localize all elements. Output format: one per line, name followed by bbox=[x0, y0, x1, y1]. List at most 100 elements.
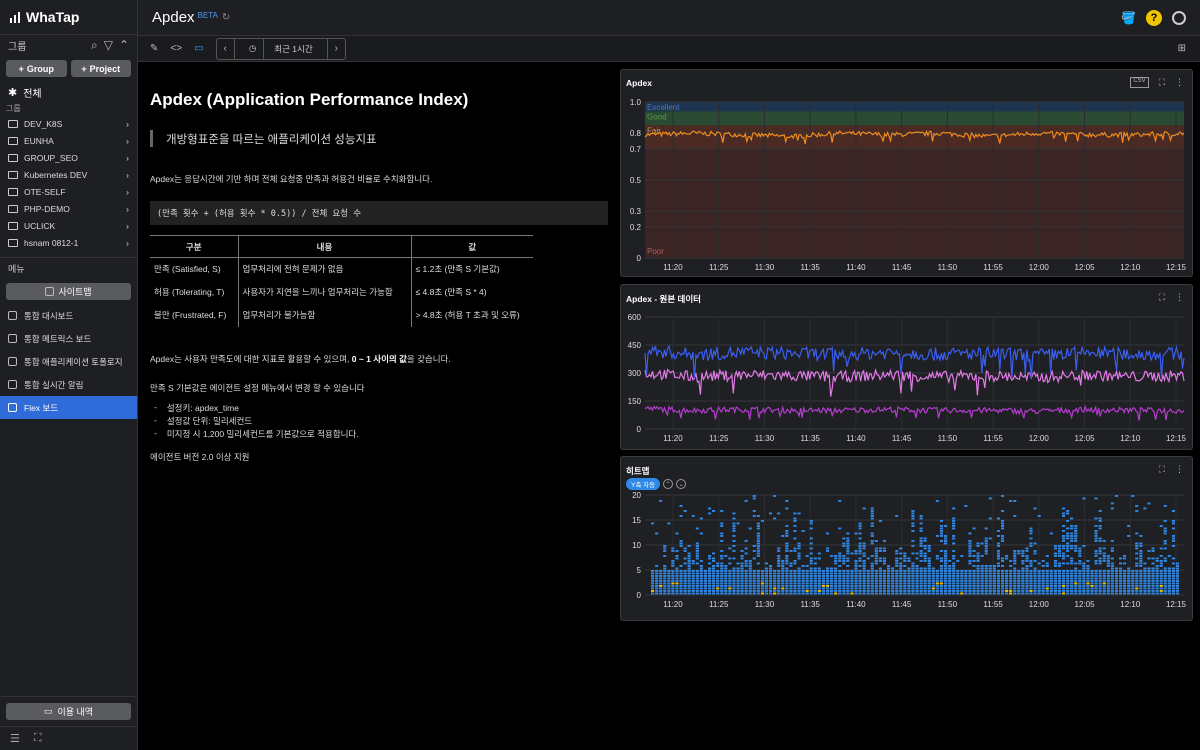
heatmap-cell bbox=[891, 582, 895, 585]
usage-button[interactable]: ▭ 이용 내역 bbox=[6, 703, 131, 720]
add-group-button[interactable]: + Group bbox=[6, 60, 67, 77]
sidebar-folder[interactable]: hsnam 0812-1 › bbox=[0, 234, 137, 251]
sidebar-folder[interactable]: UCLICK › bbox=[0, 217, 137, 234]
layout-grid-icon[interactable]: ⊞ bbox=[1178, 43, 1186, 54]
fullscreen-icon[interactable]: ⛶ bbox=[34, 732, 42, 745]
sidebar-folder[interactable]: Kubernetes DEV › bbox=[0, 166, 137, 183]
heatmap-cell bbox=[874, 557, 878, 560]
sidebar-folder[interactable]: EUNHA › bbox=[0, 132, 137, 149]
heatmap-cell bbox=[976, 580, 980, 582]
heatmap-cell bbox=[891, 577, 895, 580]
heatmap-cell bbox=[1049, 592, 1053, 595]
avatar[interactable] bbox=[1172, 10, 1186, 25]
heatmap-cell bbox=[679, 545, 683, 547]
heatmap-cell bbox=[1062, 557, 1066, 560]
search-icon[interactable]: ⌕ bbox=[91, 38, 98, 53]
menu-toggle-icon[interactable]: ☰ bbox=[10, 732, 20, 745]
heatmap-cell bbox=[1147, 575, 1151, 577]
collapse-icon[interactable]: ⌃ bbox=[119, 38, 129, 53]
refresh-icon[interactable]: ↻ bbox=[222, 12, 230, 23]
heatmap-cell bbox=[1171, 592, 1175, 595]
nav-item[interactable]: 통합 실시간 알림 bbox=[0, 373, 137, 396]
heatmap-cell bbox=[744, 565, 748, 567]
heatmap-cell bbox=[980, 555, 984, 557]
filter-icon[interactable]: ▽ bbox=[104, 38, 113, 53]
nav-item[interactable]: Flex 보드 bbox=[0, 396, 137, 419]
heatmap-cell bbox=[874, 540, 878, 542]
folder-list: DEV_K8S › EUNHA › GROUP_SEO › Kubernetes DEV › O… bbox=[0, 115, 137, 251]
brand-logo[interactable]: WhaTap bbox=[0, 0, 137, 34]
heatmap-cell bbox=[687, 580, 691, 582]
monitor-icon[interactable]: ▭ bbox=[194, 43, 203, 54]
heatmap-cell bbox=[1171, 567, 1175, 570]
heatmap-cell bbox=[1098, 550, 1102, 552]
nav-item[interactable]: 통합 메트릭스 보드 bbox=[0, 327, 137, 350]
help-icon[interactable]: ? bbox=[1146, 9, 1162, 26]
heatmap-cell bbox=[1135, 590, 1139, 592]
heatmap-cell bbox=[1163, 542, 1167, 545]
heatmap-cell bbox=[838, 560, 842, 562]
heatmap-cell bbox=[785, 525, 789, 527]
heatmap-cell bbox=[1143, 570, 1147, 572]
heatmap-cell bbox=[1098, 557, 1102, 560]
heatmap-cell bbox=[752, 570, 756, 572]
heatmap-cell bbox=[923, 580, 927, 582]
heatmap-cell bbox=[1131, 495, 1135, 497]
nav-item[interactable]: 통합 애플리케이션 토폴로지 bbox=[0, 350, 137, 373]
heatmap-cell bbox=[1078, 552, 1082, 555]
heatmap-cell bbox=[1131, 570, 1135, 572]
edit-icon[interactable]: ✎ bbox=[150, 43, 158, 54]
heatmap-cell bbox=[663, 567, 667, 570]
heatmap-cell bbox=[732, 550, 736, 552]
heatmap-cell bbox=[773, 582, 777, 585]
heatmap-cell bbox=[1155, 567, 1159, 570]
heatmap-cell bbox=[854, 565, 858, 567]
heatmap-cell bbox=[826, 585, 830, 587]
paint-bucket-icon[interactable]: 🪣 bbox=[1121, 11, 1136, 25]
heatmap-cell bbox=[964, 580, 968, 582]
add-project-button[interactable]: + Project bbox=[70, 60, 131, 77]
heatmap-cell bbox=[1090, 580, 1094, 582]
prev-time-button[interactable]: ‹ bbox=[217, 38, 235, 59]
sitemap-button[interactable]: 사이트맵 bbox=[6, 283, 131, 300]
heatmap-cell bbox=[1053, 580, 1057, 582]
x-tick-label: 11:45 bbox=[892, 434, 912, 443]
heatmap-cell bbox=[663, 570, 667, 572]
heatmap-cell bbox=[838, 557, 842, 560]
next-time-button[interactable]: › bbox=[328, 39, 345, 59]
heatmap-cell bbox=[854, 570, 858, 572]
heatmap-cell bbox=[927, 575, 931, 577]
heatmap-cell bbox=[1094, 582, 1098, 585]
heatmap-cell bbox=[1082, 577, 1086, 580]
sidebar-folder[interactable]: GROUP_SEO › bbox=[0, 149, 137, 166]
heatmap-cell bbox=[801, 565, 805, 567]
heatmap-cell bbox=[891, 572, 895, 575]
heatmap-cell bbox=[980, 565, 984, 567]
heatmap-cell bbox=[996, 582, 1000, 585]
sidebar-folder[interactable]: PHP-DEMO › bbox=[0, 200, 137, 217]
heatmap-cell bbox=[992, 592, 996, 595]
heatmap-cell bbox=[1013, 585, 1017, 587]
whatap-logo-icon bbox=[10, 11, 20, 23]
heatmap-cell bbox=[777, 577, 781, 580]
time-range-button[interactable]: ◷ 최근 1시간 bbox=[235, 38, 328, 59]
heatmap-cell bbox=[756, 562, 760, 565]
heatmap-cell bbox=[1057, 592, 1061, 595]
heatmap-cell bbox=[838, 587, 842, 590]
sidebar-item-all[interactable]: ✱ 전체 bbox=[0, 81, 137, 103]
heatmap-cell bbox=[923, 575, 927, 577]
heatmap-cell bbox=[817, 582, 821, 585]
nav-item[interactable]: 통합 대시보드 bbox=[0, 304, 137, 327]
heatmap-cell bbox=[927, 577, 931, 580]
heatmap-cell bbox=[1057, 550, 1061, 552]
folder-label: OTE-SELF bbox=[24, 186, 66, 197]
heatmap-cell bbox=[1025, 560, 1029, 562]
heatmap-cell bbox=[756, 532, 760, 535]
heatmap-cell bbox=[911, 515, 915, 517]
sidebar-folder[interactable]: OTE-SELF › bbox=[0, 183, 137, 200]
heatmap-cell bbox=[935, 582, 939, 585]
folder-icon bbox=[8, 170, 18, 179]
sidebar-folder[interactable]: DEV_K8S › bbox=[0, 115, 137, 132]
code-icon[interactable]: <> bbox=[170, 43, 182, 54]
heatmap-cell bbox=[1139, 577, 1143, 580]
